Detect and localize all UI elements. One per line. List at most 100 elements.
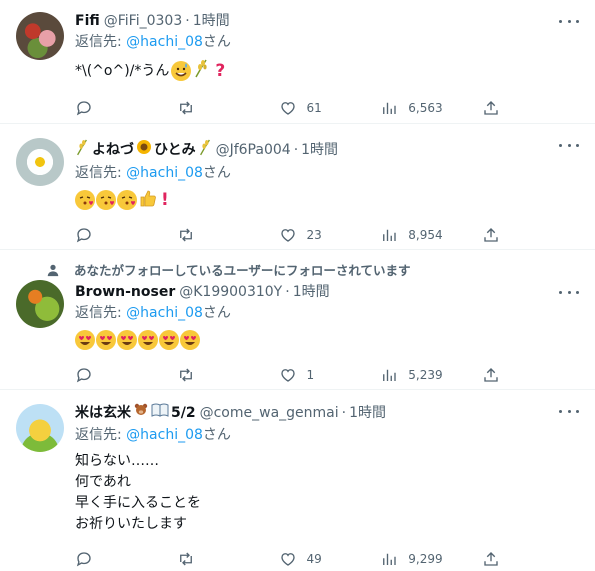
tweet[interactable]: あなたがフォローしているユーザーにフォローされています Brown-noser … [0, 250, 595, 390]
view-count: 5,239 [408, 368, 443, 382]
heart-eyes-emoji [96, 330, 116, 350]
tweet-actions: 23 8,954 [75, 225, 500, 245]
display-name-part2[interactable]: ひとみ [154, 141, 196, 160]
views-button[interactable]: 8,954 [380, 226, 470, 244]
teddy-bear-icon [133, 402, 149, 424]
views-button[interactable]: 9,299 [380, 550, 470, 568]
more-icon[interactable] [559, 14, 579, 28]
retweet-button[interactable] [177, 550, 267, 568]
display-name[interactable]: Brown-noser [75, 283, 175, 302]
like-button[interactable]: 61 [279, 99, 369, 117]
view-count: 6,563 [408, 101, 443, 115]
tweet[interactable]: よねづ ひとみ @Jf6Pa004 · 1時間 返信先: @hachi_08さん… [0, 124, 595, 250]
share-button[interactable] [482, 366, 500, 384]
like-button[interactable]: 1 [279, 366, 369, 384]
tweet-text: 知らない…… 何であれ 早く手に入ることを お祈りいたします [75, 453, 201, 532]
reply-button[interactable] [75, 226, 165, 244]
avatar[interactable] [16, 138, 64, 186]
like-count: 49 [306, 552, 322, 566]
reply-button[interactable] [75, 366, 165, 384]
kissing-heart-emoji [117, 190, 137, 210]
emoji-row: ! [75, 189, 579, 211]
reply-prefix: 返信先: [75, 34, 122, 50]
retweet-button[interactable] [177, 366, 267, 384]
question-mark-icon: ? [215, 61, 226, 81]
avatar[interactable] [16, 404, 64, 452]
display-name[interactable]: 米は玄米 [75, 404, 131, 423]
rice-plant-icon [75, 138, 89, 162]
reply-to-link[interactable]: @hachi_08 [126, 165, 203, 181]
share-button[interactable] [482, 99, 500, 117]
like-count: 1 [306, 368, 315, 382]
like-button[interactable]: 23 [279, 226, 369, 244]
reply-to-link[interactable]: @hachi_08 [126, 34, 203, 50]
handle[interactable]: @FiFi_0303 [104, 12, 182, 31]
avatar[interactable] [16, 280, 64, 328]
tweet[interactable]: 米は玄米 5/2 @come_wa_genmai · 1時間 返信先: @hac… [0, 390, 595, 571]
reply-icon [75, 99, 93, 117]
share-icon [482, 99, 500, 117]
book-icon [151, 402, 169, 424]
more-icon[interactable] [559, 138, 579, 152]
views-icon [380, 99, 398, 117]
reply-context: 返信先: @hachi_08さん [75, 426, 579, 445]
heart-eyes-emoji [138, 330, 158, 350]
reply-button[interactable] [75, 550, 165, 568]
rice-plant-icon [198, 138, 212, 162]
reply-button[interactable] [75, 99, 165, 117]
reply-to-link[interactable]: @hachi_08 [126, 427, 203, 443]
reply-suffix: さん [202, 165, 231, 181]
like-icon [279, 550, 297, 568]
reply-suffix: さん [202, 305, 231, 321]
share-icon [482, 226, 500, 244]
timestamp[interactable]: 1時間 [301, 141, 338, 160]
heart-eyes-emoji [75, 330, 95, 350]
retweet-button[interactable] [177, 226, 267, 244]
retweet-button[interactable] [177, 99, 267, 117]
separator-dot: · [185, 13, 190, 29]
timestamp[interactable]: 1時間 [193, 12, 230, 31]
views-icon [380, 550, 398, 568]
social-context: あなたがフォローしているユーザーにフォローされています [46, 260, 411, 279]
views-button[interactable]: 6,563 [380, 99, 470, 117]
emoji-row [75, 329, 579, 351]
views-icon [380, 366, 398, 384]
tweet-actions: 49 9,299 [75, 549, 500, 569]
display-name-suffix[interactable]: 5/2 [171, 404, 196, 423]
thumbs-up-emoji [138, 188, 158, 212]
avatar[interactable] [16, 12, 64, 60]
reply-prefix: 返信先: [75, 427, 122, 443]
like-icon [279, 99, 297, 117]
share-icon [482, 366, 500, 384]
kissing-heart-emoji [75, 190, 95, 210]
tweet[interactable]: Fifi @FiFi_0303 · 1時間 返信先: @hachi_08さん *… [0, 0, 595, 124]
display-name[interactable]: Fifi [75, 12, 100, 31]
more-icon[interactable] [559, 285, 579, 299]
handle[interactable]: @Jf6Pa004 [216, 141, 291, 160]
display-name[interactable]: よねづ [92, 141, 134, 160]
retweet-icon [177, 366, 195, 384]
share-button[interactable] [482, 226, 500, 244]
reply-suffix: さん [202, 427, 231, 443]
like-icon [279, 366, 297, 384]
share-button[interactable] [482, 550, 500, 568]
view-count: 9,299 [408, 552, 443, 566]
reply-context: 返信先: @hachi_08さん [75, 33, 579, 52]
reply-context: 返信先: @hachi_08さん [75, 164, 579, 183]
like-button[interactable]: 49 [279, 550, 369, 568]
reply-icon [75, 550, 93, 568]
timestamp[interactable]: 1時間 [293, 283, 330, 302]
reply-context: 返信先: @hachi_08さん [75, 304, 579, 323]
handle[interactable]: @come_wa_genmai [200, 404, 339, 423]
timestamp[interactable]: 1時間 [349, 404, 386, 423]
handle[interactable]: @K19900310Y [179, 283, 282, 302]
heart-eyes-emoji [180, 330, 200, 350]
retweet-icon [177, 226, 195, 244]
reply-to-link[interactable]: @hachi_08 [126, 305, 203, 321]
separator-dot: · [293, 141, 299, 158]
views-button[interactable]: 5,239 [380, 366, 470, 384]
more-icon[interactable] [559, 404, 579, 418]
reply-icon [75, 226, 93, 244]
rice-plant-icon [193, 58, 209, 84]
view-count: 8,954 [408, 228, 443, 242]
